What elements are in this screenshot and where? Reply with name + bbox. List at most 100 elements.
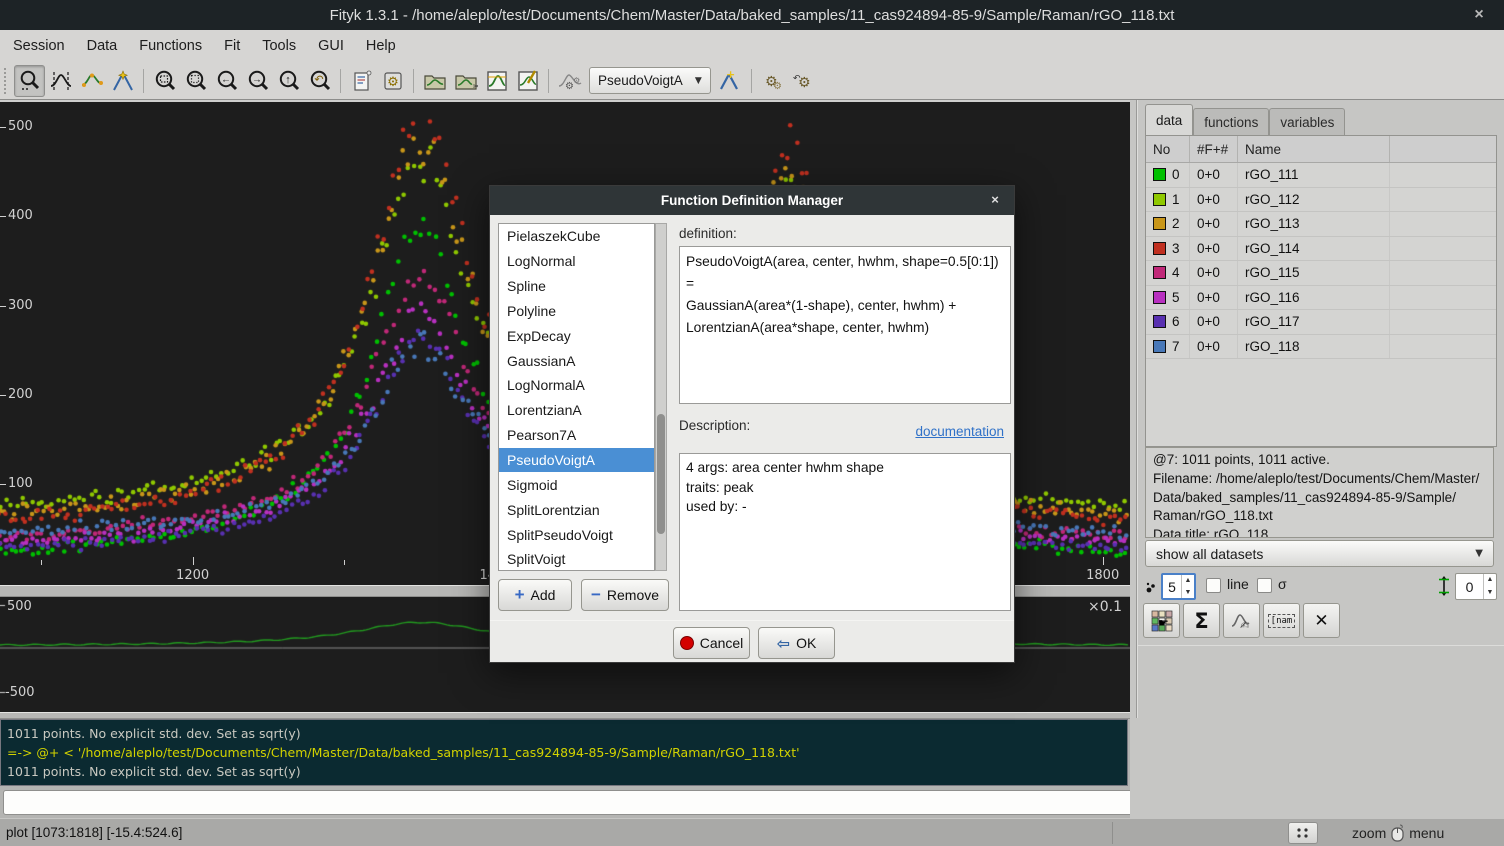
zoom-right-button[interactable]: → (242, 65, 273, 97)
data-range-mode-button[interactable] (45, 65, 76, 97)
scrollbar-thumb[interactable] (657, 414, 665, 534)
shift-stepper[interactable]: 0 ▲▼ (1455, 573, 1497, 600)
open-data-button[interactable] (419, 65, 450, 97)
dataset-colors-button[interactable]: ☛ (1143, 603, 1180, 638)
open-script-button[interactable]: ✂ (450, 65, 481, 97)
dataset-color-swatch[interactable] (1153, 193, 1166, 206)
menu-functions[interactable]: Functions (128, 30, 213, 62)
table-row[interactable]: 60+0rGO_117 (1146, 310, 1496, 335)
dataset-color-swatch[interactable] (1153, 217, 1166, 230)
function-list-item[interactable]: PielaszekCube (499, 224, 654, 249)
mouse-config-button[interactable] (1288, 822, 1318, 844)
function-list-item[interactable]: Pearson7A (499, 423, 654, 448)
function-list-item[interactable]: PseudoVoigtA (499, 448, 654, 473)
table-row[interactable]: 30+0rGO_114 (1146, 237, 1496, 262)
sum-button[interactable]: Σ (1183, 603, 1220, 638)
table-row[interactable]: 10+0rGO_112 (1146, 188, 1496, 213)
table-row[interactable]: 50+0rGO_116 (1146, 286, 1496, 311)
function-list-item[interactable]: ExpDecay (499, 323, 654, 348)
zoom-box-button[interactable] (180, 65, 211, 97)
zoom-all-button[interactable] (149, 65, 180, 97)
definition-textarea[interactable]: PseudoVoigtA(area, center, hwhm, shape=0… (679, 246, 1011, 404)
delete-button[interactable]: ✕ (1303, 603, 1340, 638)
baseline-mode-button[interactable] (76, 65, 107, 97)
zoom-mode-button[interactable] (14, 65, 45, 97)
menu-session[interactable]: Session (2, 30, 76, 62)
dialog-titlebar[interactable]: Function Definition Manager × (490, 186, 1014, 215)
dataset-color-swatch[interactable] (1153, 168, 1166, 181)
data-transform-button[interactable]: ⚙⚙ (554, 65, 585, 97)
zoom-vertical-button[interactable]: ↑ (273, 65, 304, 97)
stepper-arrows[interactable]: ▲▼ (1181, 575, 1194, 598)
function-list-item[interactable]: GaussianA (499, 348, 654, 373)
sigma-checkbox[interactable] (1257, 578, 1272, 593)
add-function-button[interactable]: + (715, 65, 746, 97)
undo-fit-button[interactable]: ⚙↶ (788, 65, 819, 97)
row-filler (1390, 188, 1496, 212)
run-fit-button[interactable]: ⚙⚙ (757, 65, 788, 97)
function-list-item[interactable]: Polyline (499, 299, 654, 324)
line-checkbox[interactable] (1206, 578, 1221, 593)
function-list-item[interactable]: Sigmoid (499, 472, 654, 497)
column-header[interactable]: #F+# (1190, 136, 1238, 162)
dataset-color-swatch[interactable] (1153, 340, 1166, 353)
function-list-item[interactable]: SplitPseudoVoigt (499, 522, 654, 547)
command-input[interactable] (3, 790, 1146, 815)
window-close-icon[interactable]: × (1468, 4, 1490, 26)
function-list-item[interactable]: Spline (499, 274, 654, 299)
export-button[interactable] (512, 65, 543, 97)
menu-fit[interactable]: Fit (213, 30, 251, 62)
menu-data[interactable]: Data (76, 30, 129, 62)
dialog-close-icon[interactable]: × (986, 191, 1004, 209)
table-row[interactable]: 70+0rGO_118 (1146, 335, 1496, 360)
table-row[interactable]: 20+0rGO_113 (1146, 212, 1496, 237)
column-header-filler (1390, 136, 1496, 162)
stepper-arrows[interactable]: ▲▼ (1483, 574, 1496, 599)
function-list-item[interactable]: LogNormalA (499, 373, 654, 398)
sidebar-splitter[interactable] (1136, 100, 1138, 718)
edit-init-button[interactable]: ⚙ (377, 65, 408, 97)
function-list-item[interactable]: SplitLorentzian (499, 497, 654, 522)
point-size-stepper[interactable]: 5 ▲▼ (1161, 573, 1196, 600)
remove-button[interactable]: − Remove (581, 579, 669, 611)
add-peak-mode-button[interactable] (107, 65, 138, 97)
datasets-view-select[interactable]: show all datasets ▼ (1145, 540, 1494, 567)
function-list-item[interactable]: SplitVoigt (499, 547, 654, 571)
table-row[interactable]: 40+0rGO_115 (1146, 261, 1496, 286)
ok-button[interactable]: ⇦ OK (758, 627, 835, 659)
menu-help[interactable]: Help (355, 30, 407, 62)
plot-splitter[interactable] (0, 712, 1130, 719)
dataset-color-swatch[interactable] (1153, 242, 1166, 255)
add-function-icon: + (718, 69, 742, 93)
name-box-button[interactable]: [nam (1263, 603, 1300, 638)
menu-tools[interactable]: Tools (251, 30, 307, 62)
script-log-button[interactable] (346, 65, 377, 97)
save-session-button[interactable] (481, 65, 512, 97)
function-list[interactable]: PielaszekCubeLogNormalSplinePolylineExpD… (498, 223, 655, 571)
tab-functions[interactable]: functions (1193, 108, 1269, 135)
cancel-button[interactable]: Cancel (673, 627, 750, 659)
fityk-window: Fityk 1.3.1 - /home/aleplo/test/Document… (0, 0, 1504, 846)
dataset-color-swatch[interactable] (1153, 266, 1166, 279)
add-button[interactable]: + Add (498, 579, 572, 611)
function-list-item[interactable]: LogNormal (499, 249, 654, 274)
tab-data[interactable]: data (1145, 104, 1193, 135)
menu-gui[interactable]: GUI (307, 30, 355, 62)
dataset-color-swatch[interactable] (1153, 315, 1166, 328)
dataset-color-swatch[interactable] (1153, 291, 1166, 304)
function-list-scrollbar[interactable] (655, 223, 667, 571)
documentation-link[interactable]: documentation (915, 424, 1004, 439)
column-header[interactable]: No (1146, 136, 1190, 162)
aux-scale-label: ×0.1 (1088, 599, 1122, 615)
shift-value: 0 (1456, 574, 1483, 599)
function-type-select[interactable]: PseudoVoigtA ▼ (589, 67, 711, 94)
tab-variables[interactable]: variables (1269, 108, 1345, 135)
apply-function-button[interactable]: ✍ (1223, 603, 1260, 638)
output-console[interactable]: 1011 points. No explicit std. dev. Set a… (0, 719, 1128, 786)
toolbar-grip[interactable] (4, 68, 11, 94)
function-list-item[interactable]: LorentzianA (499, 398, 654, 423)
zoom-left-button[interactable]: ← (211, 65, 242, 97)
zoom-undo-button[interactable]: ↶ (304, 65, 335, 97)
column-header[interactable]: Name (1238, 136, 1390, 162)
table-row[interactable]: 00+0rGO_111 (1146, 163, 1496, 188)
